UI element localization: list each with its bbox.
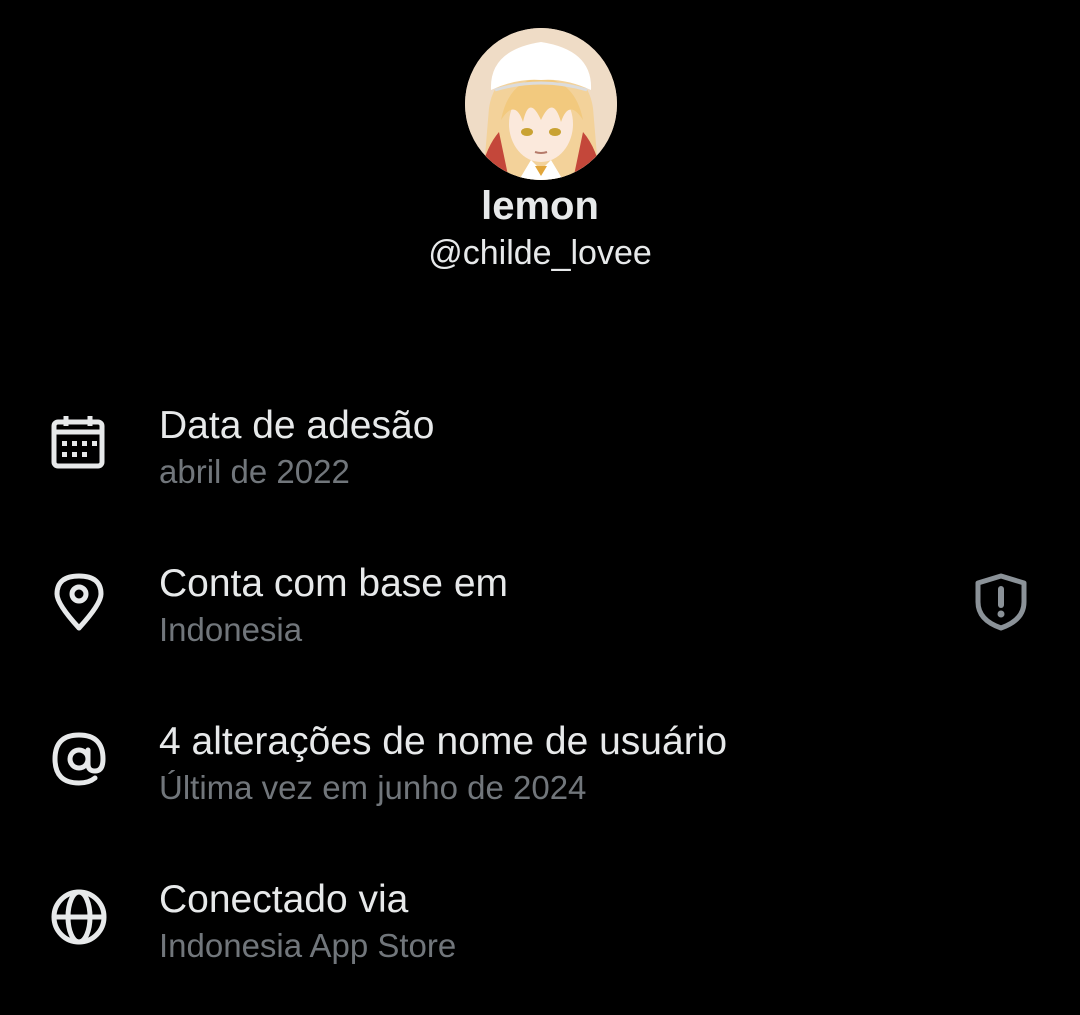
connected-via-row: Conectado via Indonesia App Store [0, 874, 1080, 994]
display-name: lemon [481, 184, 599, 228]
join-date-row: Data de adesão abril de 2022 [0, 400, 1080, 520]
location-pin-icon [48, 570, 110, 632]
account-location-title: Conta com base em [159, 562, 509, 605]
account-location-value: Indonesia [159, 611, 303, 648]
at-sign-icon [48, 728, 110, 790]
avatar[interactable] [465, 28, 617, 180]
globe-icon [48, 886, 110, 948]
username-changes-value: Última vez em junho de 2024 [159, 769, 587, 806]
join-date-title: Data de adesão [159, 404, 435, 447]
connected-via-value: Indonesia App Store [159, 927, 457, 964]
connected-via-title: Conectado via [159, 878, 409, 921]
calendar-icon [48, 412, 110, 474]
join-date-value: abril de 2022 [159, 453, 350, 490]
username-handle: @childe_lovee [428, 234, 652, 272]
username-changes-row: 4 alterações de nome de usuário Última v… [0, 716, 1080, 836]
account-location-row: Conta com base em Indonesia [0, 558, 1080, 678]
shield-alert-icon[interactable] [972, 572, 1030, 632]
anime-character-avatar-icon [465, 28, 617, 180]
username-changes-title: 4 alterações de nome de usuário [159, 720, 728, 763]
